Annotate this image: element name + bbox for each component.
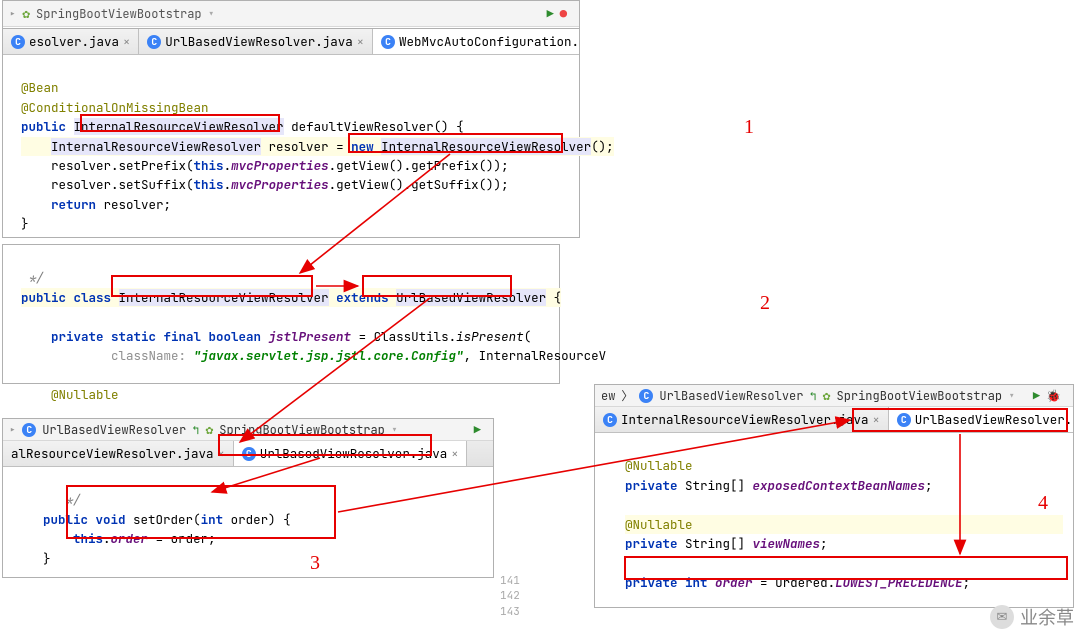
tab-internal-4[interactable]: C InternalResourceViewResolver.java × — [595, 407, 889, 432]
class-name: InternalResourceViewResolver — [119, 289, 329, 306]
partial-breadcrumb: ▸ ✿ SpringBootViewBootstrap ▾ ▶ ● — [3, 1, 579, 27]
class-icon: C — [381, 35, 395, 49]
breadcrumb-3: ▸ C UrlBasedViewResolver ↰ ✿ SpringBootV… — [3, 419, 493, 441]
field-jstlpresent: jstlPresent — [269, 328, 352, 345]
class-icon: C — [11, 35, 25, 49]
panel-1: C esolver.java × C UrlBasedViewResolver.… — [2, 28, 580, 238]
close-icon[interactable]: × — [451, 446, 458, 462]
return-type: InternalResourceViewResolver — [74, 118, 284, 135]
nav-icon[interactable]: ↰ — [192, 422, 199, 438]
bookmark-icon: ✿ — [205, 421, 213, 438]
wechat-icon: ✉ — [990, 605, 1014, 629]
annot-4: 4 — [1038, 492, 1048, 515]
const-lowest: LOWEST_PRECEDENCE — [835, 574, 963, 591]
tab-label: InternalResourceViewResolver.java — [621, 411, 869, 428]
breadcrumb-item[interactable]: SpringBootViewBootstrap — [837, 388, 1003, 404]
breadcrumb-item[interactable]: ew — [601, 388, 615, 404]
tab-urlbased-4[interactable]: C UrlBasedViewResolver.java × — [889, 407, 1073, 432]
field-order: order — [715, 574, 753, 591]
run-icon[interactable]: ▶ — [547, 6, 554, 22]
bug-icon[interactable]: 🐞 — [1046, 388, 1061, 404]
tab-urlbased[interactable]: C UrlBasedViewResolver.java × — [139, 29, 373, 54]
watermark-text: 业余草 — [1020, 604, 1074, 630]
annotation-conditional: @ConditionalOnMissingBean — [21, 99, 209, 116]
class-icon: C — [22, 423, 36, 437]
tab-internalres[interactable]: alResourceViewResolver.java × — [3, 441, 234, 466]
field-mvcprops: mvcProperties — [231, 157, 329, 174]
ctor-type: InternalResourceViewResolver — [381, 138, 591, 155]
param-order: order — [231, 511, 269, 528]
code-block-4[interactable]: @Nullable private String[] exposedContex… — [595, 433, 1073, 600]
string-literal: "javax.servlet.jsp.jstl.core.Config" — [194, 347, 464, 364]
class-icon: C — [897, 413, 911, 427]
tab-esolver[interactable]: C esolver.java × — [3, 29, 139, 54]
close-icon[interactable]: × — [357, 34, 364, 50]
class-icon: C — [242, 447, 256, 461]
class-icon: C — [639, 389, 653, 403]
run-icon[interactable]: ▶ — [474, 422, 481, 438]
tab-label: WebMvcAutoConfiguration.java — [399, 33, 579, 50]
close-icon[interactable]: × — [218, 446, 225, 462]
field-order: order — [111, 530, 149, 547]
tab-label: alResourceViewResolver.java — [11, 445, 214, 462]
class-icon: C — [603, 413, 617, 427]
breadcrumb-item[interactable]: UrlBasedViewResolver — [659, 388, 803, 404]
tab-urlbased-3[interactable]: C UrlBasedViewResolver.java × — [234, 441, 468, 466]
tab-label: UrlBasedViewResolver.java — [915, 411, 1073, 428]
class-icon: C — [147, 35, 161, 49]
annot-3: 3 — [310, 552, 320, 575]
code-block-3[interactable]: */ public void setOrder(int order) { thi… — [3, 467, 493, 576]
partial-top-bar: ▸ ✿ SpringBootViewBootstrap ▾ ▶ ● — [2, 0, 580, 28]
annotation-nullable: @Nullable — [625, 457, 693, 474]
breadcrumb-4: ew 〉 C UrlBasedViewResolver ↰ ✿ SpringBo… — [595, 385, 1073, 407]
tabbar-4: C InternalResourceViewResolver.java × C … — [595, 407, 1073, 433]
annot-1: 1 — [744, 116, 754, 139]
kw-return: return — [51, 196, 96, 213]
tab-label: esolver.java — [29, 33, 119, 50]
close-icon[interactable]: × — [873, 412, 880, 428]
annot-2: 2 — [760, 292, 770, 315]
call-setprefix: setPrefix — [119, 157, 187, 174]
breadcrumb-item[interactable]: UrlBasedViewResolver — [42, 422, 186, 438]
line-numbers: 141142143 — [500, 574, 520, 620]
pin-icon: ● — [560, 6, 567, 22]
code-block-1[interactable]: @Bean @ConditionalOnMissingBean public I… — [3, 55, 579, 241]
panel-2: */ public class InternalResourceViewReso… — [2, 244, 560, 384]
tab-label: UrlBasedViewResolver.java — [260, 445, 448, 462]
panel-3: ▸ C UrlBasedViewResolver ↰ ✿ SpringBootV… — [2, 418, 494, 578]
tab-label: UrlBasedViewResolver.java — [165, 33, 353, 50]
close-icon[interactable]: × — [123, 34, 130, 50]
field-exposed: exposedContextBeanNames — [753, 477, 926, 494]
tabbar-1: C esolver.java × C UrlBasedViewResolver.… — [3, 29, 579, 55]
bookmark-icon: ✿ — [823, 387, 831, 404]
method-setorder: setOrder — [133, 511, 193, 528]
bookmark-icon: ✿ — [22, 5, 30, 22]
code-block-2[interactable]: */ public class InternalResourceViewReso… — [3, 245, 559, 412]
run-icon[interactable]: ▶ — [1033, 388, 1040, 404]
annotation-bean: @Bean — [21, 79, 59, 96]
nav-icon[interactable]: ↰ — [809, 388, 816, 404]
breadcrumb-item[interactable]: SpringBootViewBootstrap — [219, 422, 385, 438]
var-type: InternalResourceViewResolver — [51, 138, 261, 155]
tabbar-3: alResourceViewResolver.java × C UrlBased… — [3, 441, 493, 467]
param-hint: className: — [111, 347, 186, 364]
panel-4: ew 〉 C UrlBasedViewResolver ↰ ✿ SpringBo… — [594, 384, 1074, 608]
watermark: ✉ 业余草 — [990, 604, 1074, 630]
extends-type: UrlBasedViewResolver — [396, 289, 546, 306]
tab-webmvc[interactable]: C WebMvcAutoConfiguration.java × — [373, 29, 579, 54]
var-name: resolver — [269, 138, 329, 155]
annotation-nullable: @Nullable — [51, 386, 119, 403]
call-setsuffix: setSuffix — [119, 176, 187, 193]
method-name: defaultViewResolver — [291, 118, 434, 135]
field-viewnames: viewNames — [753, 535, 821, 552]
